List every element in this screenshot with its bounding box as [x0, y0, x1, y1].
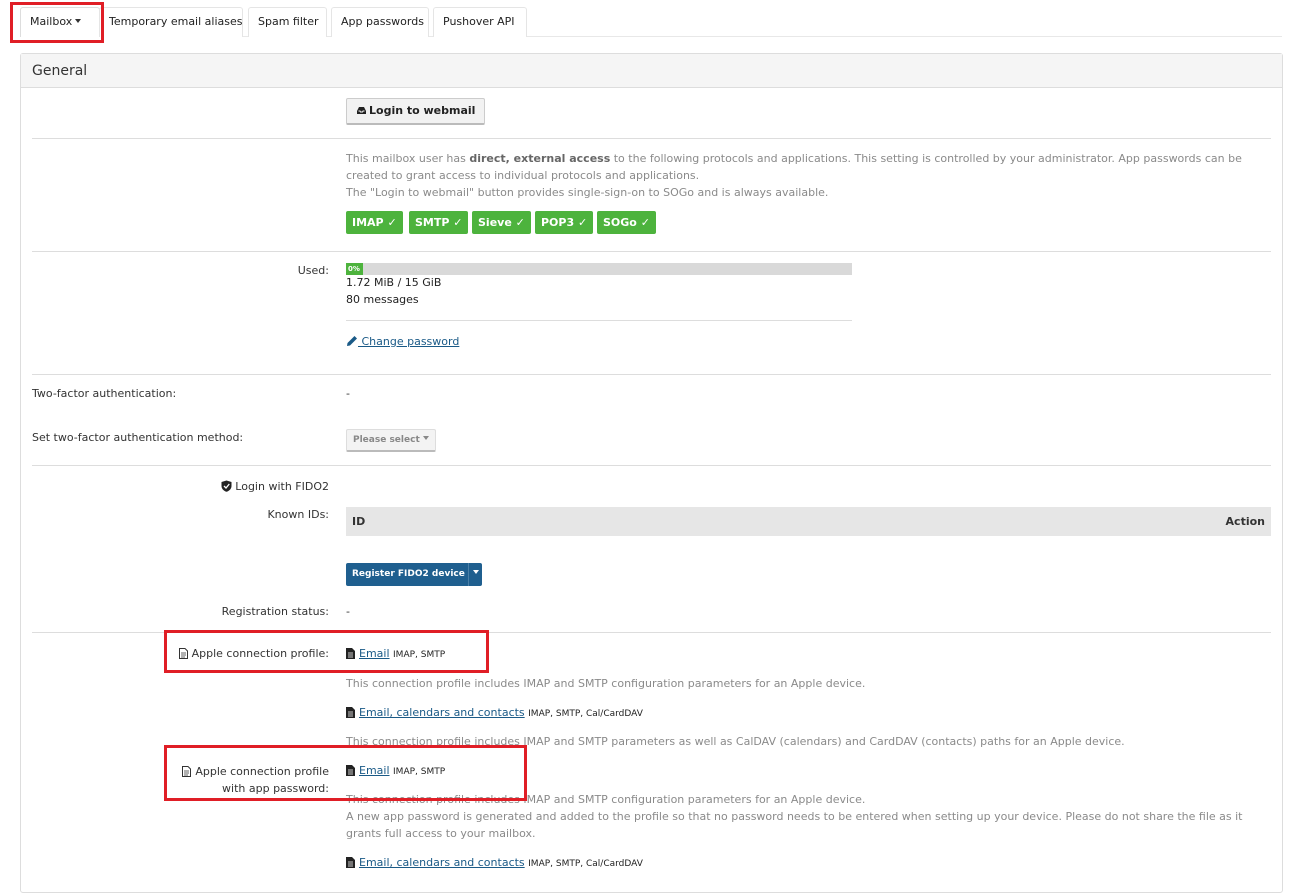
used-label: Used: — [297, 264, 329, 277]
tab-pushover-api[interactable]: Pushover API — [433, 7, 527, 37]
tab-label: Spam filter — [258, 15, 319, 28]
access-text-bold: direct, external access — [469, 152, 611, 165]
protocol-badge-sieve: Sieve ✓ — [472, 211, 531, 234]
registration-status-value: - — [346, 605, 350, 618]
divider — [32, 138, 1271, 139]
caret-down-icon — [472, 570, 479, 574]
tfa-method-label: Set two-factor authentication method: — [32, 431, 244, 444]
tab-app-passwords[interactable]: App passwords — [331, 7, 429, 37]
tfa-method-select[interactable]: Please select — [346, 429, 436, 452]
protocol-list: IMAP, SMTP, Cal/CardDAV — [528, 859, 643, 869]
registration-status-label: Registration status: — [221, 605, 329, 618]
file-icon — [346, 857, 355, 868]
divider — [32, 374, 1271, 375]
apple-profile-app-full-link[interactable]: Email, calendars and contacts — [359, 856, 525, 869]
highlight-box — [10, 2, 104, 43]
highlight-box — [164, 745, 527, 801]
protocol-badge-sogo: SOGo ✓ — [597, 211, 656, 234]
tab-temporary-aliases[interactable]: Temporary email aliases — [99, 7, 243, 37]
message-count: 80 messages — [346, 293, 419, 306]
known-ids-label: Known IDs: — [267, 508, 329, 521]
select-placeholder: Please select — [353, 435, 420, 445]
shield-check-icon — [221, 480, 232, 492]
fido2-heading: Login with FIDO2 — [221, 480, 329, 493]
tab-bar: Mailbox Temporary email aliases Spam fil… — [20, 7, 1282, 37]
divider — [32, 251, 1271, 252]
tfa-label: Two-factor authentication: — [32, 387, 177, 400]
divider — [32, 465, 1271, 466]
access-description: This mailbox user has direct, external a… — [346, 150, 1266, 184]
known-ids-table-header: ID Action — [346, 507, 1271, 536]
inbox-icon — [357, 107, 366, 114]
tab-label: Temporary email aliases — [109, 15, 243, 28]
protocol-list: IMAP, SMTP, Cal/CardDAV — [528, 709, 643, 719]
pencil-icon — [347, 336, 357, 346]
apple-profile-full-row: Email, calendars and contacts IMAP, SMTP… — [346, 706, 643, 719]
panel-title: General — [21, 54, 1282, 88]
protocol-badge-imap: IMAP ✓ — [346, 211, 403, 234]
protocol-badge-pop3: POP3 ✓ — [535, 211, 594, 234]
tab-label: Pushover API — [443, 15, 515, 28]
tfa-value: - — [346, 387, 350, 400]
button-label: Login to webmail — [369, 104, 476, 117]
sso-note: The "Login to webmail" button provides s… — [346, 186, 829, 199]
quota-size: 1.72 MiB / 15 GiB — [346, 276, 442, 289]
tab-label: App passwords — [341, 15, 424, 28]
apple-profile-full-link[interactable]: Email, calendars and contacts — [359, 706, 525, 719]
change-password-text: Change password — [358, 335, 460, 348]
highlight-box — [164, 630, 489, 673]
quota-progress-fill: 0% — [346, 263, 363, 275]
divider — [346, 320, 852, 321]
col-id: ID — [352, 515, 366, 528]
login-webmail-button[interactable]: Login to webmail — [346, 98, 486, 125]
register-dropdown-toggle[interactable] — [468, 563, 482, 586]
access-text: This mailbox user has — [346, 152, 470, 165]
apple-profile-app-full-row: Email, calendars and contacts IMAP, SMTP… — [346, 856, 643, 869]
file-icon — [346, 707, 355, 718]
button-label: Register FIDO2 device — [352, 569, 465, 579]
app-password-warning: A new app password is generated and adde… — [346, 810, 1243, 840]
protocol-badge-smtp: SMTP ✓ — [409, 211, 469, 234]
quota-progress: 0% — [346, 263, 852, 275]
fido2-title: Login with FIDO2 — [235, 480, 329, 493]
change-password-link[interactable]: Change password — [346, 335, 459, 348]
col-action: Action — [1225, 515, 1265, 528]
register-fido2-button[interactable]: Register FIDO2 device — [346, 563, 482, 586]
tab-spam-filter[interactable]: Spam filter — [248, 7, 327, 37]
apple-profile-email-description: This connection profile includes IMAP an… — [346, 677, 866, 690]
caret-down-icon — [422, 436, 429, 440]
